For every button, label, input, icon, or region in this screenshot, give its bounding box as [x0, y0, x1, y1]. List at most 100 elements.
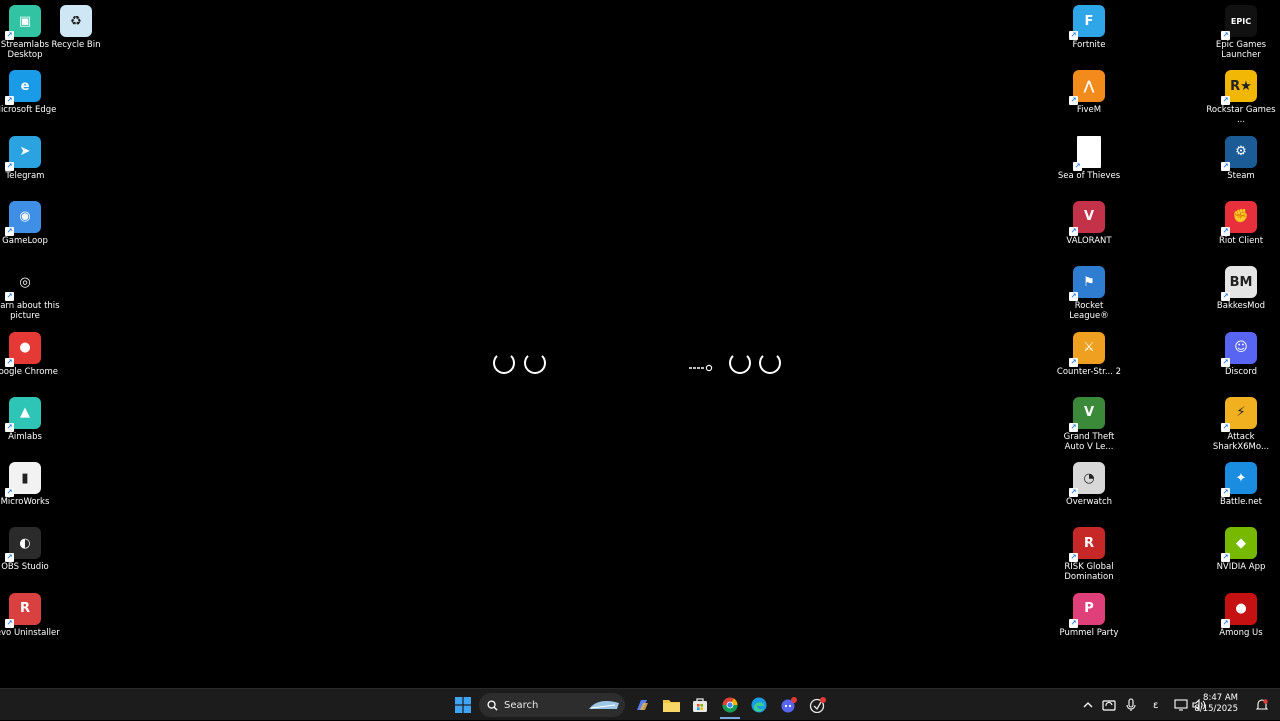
microsoft-store-icon[interactable]	[690, 694, 710, 716]
clock-date: 8/15/2025	[1194, 704, 1238, 714]
desktop-icon-gta[interactable]: V ↗ Grand Theft Auto V Le...	[1054, 396, 1124, 452]
microworks-icon: ▮ ↗	[5, 462, 41, 498]
search-icon	[487, 699, 498, 711]
desktop-icon-label: Overwatch	[1066, 497, 1112, 508]
desktop-icon-label: OBS Studio	[1, 562, 49, 573]
battlenet-icon: ✦ ↗	[1221, 462, 1257, 498]
notifications-icon[interactable]	[1256, 689, 1268, 721]
desktop-icon-battlenet[interactable]: ✦ ↗ Battle.net	[1206, 462, 1276, 507]
search-label: Search	[504, 699, 539, 711]
windows-start-icon[interactable]	[452, 694, 474, 716]
desktop-icon-bakkesmod[interactable]: BM ↗ BakkesMod	[1206, 266, 1276, 311]
desktop-icon-label: Counter-Str... 2	[1056, 366, 1122, 377]
shortcut-arrow-icon: ↗	[1221, 488, 1230, 498]
network-icon[interactable]	[1174, 689, 1188, 721]
show-hidden-icons-button[interactable]	[1082, 689, 1094, 721]
rocket-league-icon: ⚑ ↗	[1069, 266, 1105, 302]
taskbar-edge-icon[interactable]	[749, 694, 769, 716]
desktop: ▣↗Streamlabs Desktope↗Microsoft Edge➤↗Te…	[0, 0, 1280, 688]
desktop-icon-rockstar[interactable]: R★ ↗ Rockstar Games ...	[1206, 70, 1276, 125]
desktop-icon-label: Learn about this picture	[0, 301, 60, 322]
desktop-icon-label: BakkesMod	[1216, 301, 1266, 312]
shortcut-arrow-icon: ↗	[5, 226, 14, 236]
shortcut-arrow-icon: ↗	[5, 553, 14, 563]
sync-icon[interactable]	[1102, 689, 1116, 721]
shortcut-arrow-icon: ↗	[1221, 618, 1230, 628]
desktop-icon-riot-client[interactable]: ✊ ↗ Riot Client	[1206, 200, 1276, 246]
desktop-icon-edge[interactable]: e↗Microsoft Edge	[0, 70, 60, 115]
desktop-icon-fivem[interactable]: ⋀ ↗ FiveM	[1054, 70, 1124, 115]
desktop-icon-recycle-bin[interactable]: ♻ Recycle Bin	[41, 5, 111, 50]
desktop-icon-revo[interactable]: R↗Revo Uninstaller	[0, 592, 60, 638]
desktop-icon-rocket-league[interactable]: ⚑ ↗ Rocket League®	[1054, 266, 1124, 321]
desktop-icon-pummel-party[interactable]: P ↗ Pummel Party	[1054, 592, 1124, 638]
revo-icon: R ↗	[5, 592, 41, 628]
clock[interactable]: 8:47 AM 8/15/2025	[1194, 693, 1238, 715]
epic-games-icon: EPIC ↗	[1221, 5, 1257, 40]
risk-icon: R ↗	[1069, 527, 1105, 563]
shortcut-arrow-icon: ↗	[1069, 618, 1078, 628]
desktop-icon-label: Attack SharkX6Mo...	[1212, 431, 1270, 452]
desktop-icon-risk[interactable]: R ↗ RISK Global Domination	[1054, 527, 1124, 582]
chevron-up-icon	[1083, 702, 1093, 708]
input-method-indicator[interactable]: ε	[1153, 689, 1158, 721]
desktop-icon-label: RISK Global Domination	[1064, 562, 1114, 583]
shortcut-arrow-icon: ↗	[5, 618, 14, 628]
desktop-icon-label: Google Chrome	[0, 366, 59, 377]
desktop-icon-label: Grand Theft Auto V Le...	[1063, 431, 1115, 452]
desktop-icon-valorant[interactable]: V ↗ VALORANT	[1054, 200, 1124, 246]
desktop-icon-chrome[interactable]: ●↗Google Chrome	[0, 331, 60, 377]
sea-of-thieves-icon: ↗	[1073, 135, 1101, 171]
overwatch-icon: ◔ ↗	[1069, 462, 1105, 498]
valorant-icon: V ↗	[1069, 200, 1105, 236]
desktop-icon-learn-picture[interactable]: ◎↗Learn about this picture	[0, 266, 60, 321]
desktop-icon-label: NVIDIA App	[1216, 562, 1266, 573]
desktop-icon-label: Recycle Bin	[51, 40, 101, 50]
desktop-icon-nvidia[interactable]: ◆ ↗ NVIDIA App	[1206, 527, 1276, 572]
clock-time: 8:47 AM	[1203, 693, 1238, 703]
desktop-icon-among-us[interactable]: ● ↗ Among Us	[1206, 592, 1276, 638]
desktop-icon-discord[interactable]: ☺ ↗ Discord	[1206, 331, 1276, 377]
desktop-icon-gameloop[interactable]: ◉ ↗ GameLoop	[0, 200, 60, 246]
shortcut-arrow-icon: ↗	[5, 161, 14, 171]
desktop-icon-label: Rockstar Games ...	[1206, 105, 1276, 126]
taskbar-riot-client-icon[interactable]	[808, 694, 828, 716]
desktop-icon-telegram[interactable]: ➤ ↗ Telegram	[0, 135, 60, 181]
gta-icon: V ↗	[1069, 396, 1105, 432]
desktop-icon-label: Revo Uninstaller	[0, 627, 60, 638]
search-highlight-icon	[589, 701, 619, 709]
rockstar-icon: R★ ↗	[1221, 70, 1257, 106]
learn-picture-icon: ◎ ↗	[5, 266, 41, 302]
taskbar-search-box[interactable]: Search	[479, 693, 625, 717]
taskbar-chrome-icon[interactable]	[720, 693, 740, 719]
shortcut-arrow-icon: ↗	[1221, 422, 1230, 432]
shortcut-arrow-icon: ↗	[1221, 292, 1230, 302]
shortcut-arrow-icon: ↗	[5, 292, 14, 302]
recycle-bin-icon: ♻	[60, 5, 92, 37]
desktop-icon-aimlabs[interactable]: ▲ ↗ Aimlabs	[0, 396, 60, 442]
shortcut-arrow-icon: ↗	[1069, 422, 1078, 432]
desktop-icon-attack-shark[interactable]: ⚡ ↗ Attack SharkX6Mo...	[1206, 396, 1276, 452]
desktop-icon-label: Rocket League®	[1069, 301, 1109, 322]
shortcut-arrow-icon: ↗	[5, 31, 14, 40]
desktop-icon-fortnite[interactable]: F ↗ Fortnite	[1054, 5, 1124, 50]
desktop-icon-obs[interactable]: ◐ ↗ OBS Studio	[0, 527, 60, 572]
shortcut-arrow-icon: ↗	[1069, 96, 1078, 106]
bakkesmod-icon: BM ↗	[1221, 266, 1257, 302]
desktop-icon-counter-strike[interactable]: ⚔ ↗ Counter-Str... 2	[1054, 331, 1124, 377]
shortcut-arrow-icon: ↗	[1069, 31, 1078, 40]
taskbar-discord-icon[interactable]	[779, 694, 799, 716]
desktop-icon-label: Aimlabs	[8, 431, 42, 442]
among-us-icon: ● ↗	[1221, 592, 1257, 628]
fortnite-icon: F ↗	[1069, 5, 1105, 40]
file-explorer-icon[interactable]	[661, 694, 681, 716]
desktop-icon-epic-games[interactable]: EPIC ↗ Epic Games Launcher	[1206, 5, 1276, 60]
copilot-icon[interactable]	[632, 694, 652, 716]
desktop-icon-steam[interactable]: ⚙ ↗ Steam	[1206, 135, 1276, 181]
shortcut-arrow-icon: ↗	[1221, 553, 1230, 563]
microphone-icon[interactable]	[1126, 689, 1136, 721]
desktop-icon-microworks[interactable]: ▮ ↗ MicroWorks	[0, 462, 60, 507]
desktop-icon-sea-of-thieves[interactable]: ↗ Sea of Thieves	[1054, 135, 1124, 181]
shortcut-arrow-icon: ↗	[5, 357, 14, 367]
desktop-icon-overwatch[interactable]: ◔ ↗ Overwatch	[1054, 462, 1124, 507]
